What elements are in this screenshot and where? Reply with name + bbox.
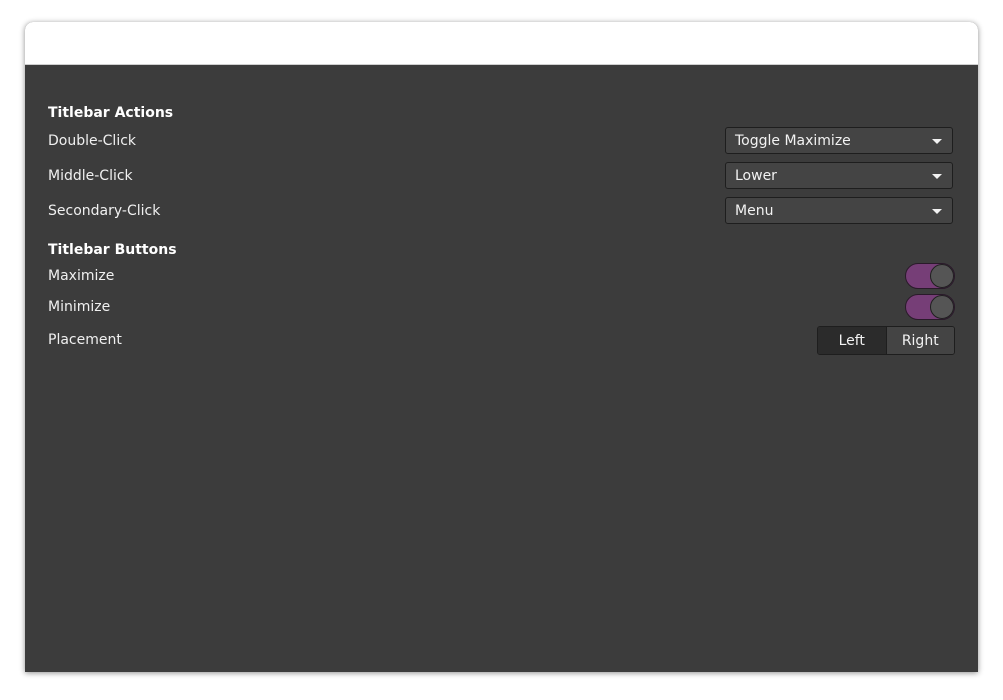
settings-panel: Titlebar Actions Double-Click Toggle Max… bbox=[25, 65, 978, 672]
middle-click-value: Lower bbox=[735, 167, 777, 184]
chevron-down-icon bbox=[932, 209, 942, 214]
double-click-value: Toggle Maximize bbox=[735, 132, 851, 149]
secondary-click-label: Secondary-Click bbox=[48, 203, 161, 219]
placement-toggle-group: Left Right bbox=[817, 326, 955, 355]
switch-knob bbox=[930, 295, 954, 319]
window: Titlebar Actions Double-Click Toggle Max… bbox=[25, 22, 978, 672]
switch-knob bbox=[930, 264, 954, 288]
secondary-click-value: Menu bbox=[735, 202, 774, 219]
middle-click-dropdown[interactable]: Lower bbox=[725, 162, 953, 189]
chevron-down-icon bbox=[932, 139, 942, 144]
placement-left-button[interactable]: Left bbox=[818, 327, 886, 354]
secondary-click-dropdown[interactable]: Menu bbox=[725, 197, 953, 224]
section-title-titlebar-actions: Titlebar Actions bbox=[48, 105, 174, 121]
placement-label: Placement bbox=[48, 332, 122, 348]
maximize-label: Maximize bbox=[48, 268, 115, 284]
maximize-switch[interactable] bbox=[905, 263, 955, 289]
double-click-label: Double-Click bbox=[48, 133, 137, 149]
double-click-dropdown[interactable]: Toggle Maximize bbox=[725, 127, 953, 154]
chevron-down-icon bbox=[932, 174, 942, 179]
section-title-titlebar-buttons: Titlebar Buttons bbox=[48, 242, 177, 258]
middle-click-label: Middle-Click bbox=[48, 168, 133, 184]
minimize-switch[interactable] bbox=[905, 294, 955, 320]
window-titlebar[interactable] bbox=[25, 22, 978, 65]
minimize-label: Minimize bbox=[48, 299, 111, 315]
placement-right-button[interactable]: Right bbox=[885, 327, 954, 354]
